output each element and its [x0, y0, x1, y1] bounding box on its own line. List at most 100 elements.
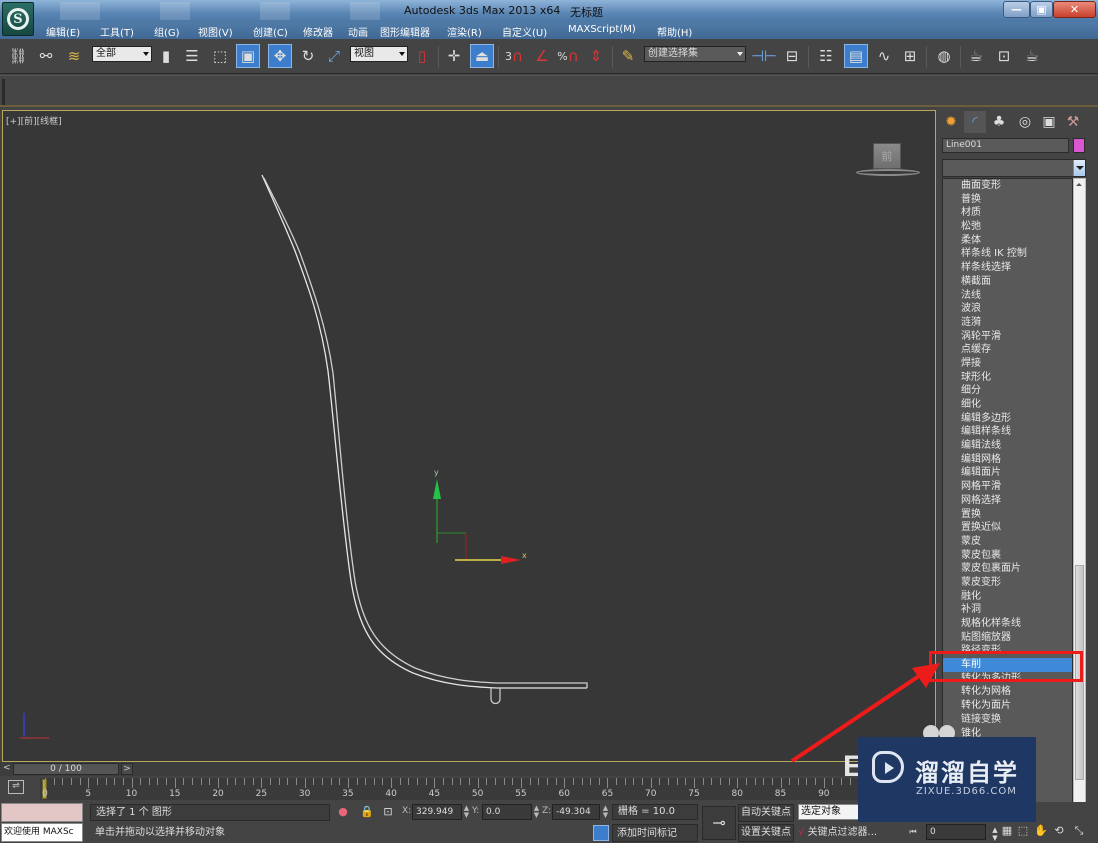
menu-customize[interactable]: 自定义(U)	[502, 24, 547, 39]
scroll-up-icon[interactable]	[1076, 183, 1082, 186]
material-editor-icon[interactable]: ◍	[932, 44, 956, 68]
select-and-rotate-icon[interactable]: ↻	[296, 44, 320, 68]
modifier-list-item[interactable]: 点缓存	[943, 343, 1072, 357]
select-and-move-icon[interactable]: ✥	[268, 44, 292, 68]
maximize-button[interactable]: ▣	[1030, 1, 1053, 18]
modifier-list-item[interactable]: 蒙皮包裹	[943, 549, 1072, 563]
time-next-button[interactable]: >	[121, 763, 133, 775]
rendered-frame-window-icon[interactable]: ⊡	[992, 44, 1016, 68]
modifier-list-item[interactable]: 链接变换	[943, 713, 1072, 727]
viewcube-compass-ring[interactable]	[856, 169, 920, 176]
curve-editor-icon[interactable]: ∿	[872, 44, 896, 68]
modifier-list-item[interactable]: 柔体	[943, 234, 1072, 248]
chevron-down-icon[interactable]	[1073, 160, 1085, 176]
menu-maxscript[interactable]: MAXScript(M)	[568, 24, 636, 35]
auto-key-button[interactable]: 自动关键点	[738, 804, 794, 822]
time-tag-icon[interactable]	[593, 825, 609, 841]
pan-hand-icon[interactable]: ✋	[1034, 824, 1048, 840]
modifier-list-item[interactable]: 补洞	[943, 603, 1072, 617]
modifier-list-item[interactable]: 网格选择	[943, 494, 1072, 508]
y-coordinate-field[interactable]: 0.0	[482, 804, 532, 820]
time-configuration-icon[interactable]: ▦	[1000, 824, 1014, 840]
current-frame-field[interactable]: 0	[926, 824, 986, 840]
menu-edit[interactable]: 编辑(E)	[46, 24, 80, 39]
unlink-icon[interactable]: ⚯	[34, 44, 58, 68]
modifier-list-item[interactable]: 编辑网格	[943, 453, 1072, 467]
selection-lock-icon[interactable]: 🔒	[360, 805, 374, 819]
menu-views[interactable]: 视图(V)	[198, 24, 233, 39]
rect-selection-region-icon[interactable]: ⬚	[208, 44, 232, 68]
close-button[interactable]: ✕	[1053, 1, 1096, 18]
render-production-icon[interactable]: ☕	[1020, 44, 1044, 68]
menu-tools[interactable]: 工具(T)	[100, 24, 134, 39]
modifier-list-item[interactable]: 涡轮平滑	[943, 330, 1072, 344]
maxscript-listener-output[interactable]: 欢迎使用 MAXSc	[1, 823, 83, 842]
mirror-icon[interactable]: ⊣⊢	[751, 44, 777, 68]
menu-modifiers[interactable]: 修改器	[303, 24, 333, 39]
set-key-icon[interactable]: ⊸	[702, 806, 736, 840]
object-color-swatch[interactable]	[1073, 138, 1085, 153]
link-icon[interactable]: ⛓	[6, 44, 30, 68]
maximize-viewport-icon[interactable]: ⤡	[1072, 824, 1086, 840]
menu-help[interactable]: 帮助(H)	[657, 24, 692, 39]
modifier-list-item[interactable]: 编辑法线	[943, 439, 1072, 453]
time-slider-thumb[interactable]: 0 / 100	[13, 763, 119, 775]
modifier-list-item[interactable]: 普换	[943, 193, 1072, 207]
z-spinner[interactable]: ▲ ▼	[602, 805, 609, 819]
modifier-list-item[interactable]: 转化为网格	[943, 685, 1072, 699]
modify-tab-icon[interactable]: ◜	[964, 111, 986, 133]
menu-create[interactable]: 创建(C)	[253, 24, 288, 39]
object-name-field[interactable]: Line001	[942, 138, 1069, 153]
manipulate-icon[interactable]: ✛	[442, 44, 466, 68]
modifier-list-item[interactable]: 置换	[943, 508, 1072, 522]
modifier-list-item[interactable]: 蒙皮变形	[943, 576, 1072, 590]
modifier-list-item[interactable]: 贴图缩放器	[943, 631, 1072, 645]
modifier-list-item[interactable]: 球形化	[943, 371, 1072, 385]
menu-animation[interactable]: 动画	[348, 24, 368, 39]
layer-manager-icon[interactable]: ☷	[814, 44, 838, 68]
key-mode-dropdown[interactable]: 选定对象	[798, 804, 860, 820]
go-to-start-icon[interactable]: ⏮	[906, 827, 920, 843]
modifier-list-item[interactable]: 蒙皮	[943, 535, 1072, 549]
align-icon[interactable]: ⊟	[780, 44, 804, 68]
timeline-track[interactable]: 0510152025303540455055606570758085909510…	[40, 778, 936, 800]
keyboard-shortcut-override-icon[interactable]: ⏏	[470, 44, 494, 68]
modifier-list-item[interactable]: 蒙皮包裹面片	[943, 562, 1072, 576]
modifier-list-item[interactable]: 转化为面片	[943, 699, 1072, 713]
isolate-selection-icon[interactable]: ●	[336, 805, 350, 819]
modifier-list-item[interactable]: 编辑多边形	[943, 412, 1072, 426]
modifier-list-item[interactable]: 细化	[943, 398, 1072, 412]
absolute-mode-icon[interactable]: ⊡	[381, 805, 395, 819]
spline-shape-line001[interactable]	[261, 174, 587, 689]
modifier-list-item[interactable]: 样条线 IK 控制	[943, 247, 1072, 261]
select-by-name-icon[interactable]: ☰	[180, 44, 204, 68]
menu-rendering[interactable]: 渲染(R)	[447, 24, 482, 39]
menu-group[interactable]: 组(G)	[154, 24, 180, 39]
modifier-list-item[interactable]: 细分	[943, 384, 1072, 398]
select-and-scale-icon[interactable]: ⤢	[322, 44, 346, 68]
modifier-list-item[interactable]: 材质	[943, 206, 1072, 220]
selection-filter-dropdown[interactable]: 全部	[92, 46, 152, 62]
select-object-icon[interactable]: ▮	[154, 44, 178, 68]
front-viewport[interactable]: [+][前][线框] y x 前	[2, 110, 936, 762]
mini-curve-editor-icon[interactable]: ⇌	[8, 780, 24, 794]
schematic-view-icon[interactable]: ⊞	[898, 44, 922, 68]
gizmo-y-arrow-icon[interactable]	[433, 479, 441, 499]
modifier-list-item[interactable]: 网格平滑	[943, 480, 1072, 494]
key-filters-button[interactable]: √ 关键点过滤器...	[798, 824, 898, 842]
viewcube[interactable]: 前	[873, 143, 901, 169]
zoom-region-icon[interactable]: ⬚	[1016, 824, 1030, 840]
y-spinner[interactable]: ▲ ▼	[533, 805, 540, 819]
z-coordinate-field[interactable]: -49.304	[552, 804, 600, 820]
motion-tab-icon[interactable]: ◎	[1014, 111, 1036, 133]
display-tab-icon[interactable]: ▣	[1038, 111, 1060, 133]
render-setup-icon[interactable]: ☕	[964, 44, 988, 68]
bind-space-warp-icon[interactable]: ≋	[62, 44, 86, 68]
minimize-button[interactable]: —	[1003, 1, 1030, 18]
modifier-list-item[interactable]: 曲面变形	[943, 179, 1072, 193]
modifier-list-item[interactable]: 置换近似	[943, 521, 1072, 535]
modifier-list-item[interactable]: 焊接	[943, 357, 1072, 371]
modifier-list-item[interactable]: 融化	[943, 590, 1072, 604]
time-prev-button[interactable]: <	[3, 763, 13, 775]
application-menu-button[interactable]: S	[2, 2, 34, 36]
